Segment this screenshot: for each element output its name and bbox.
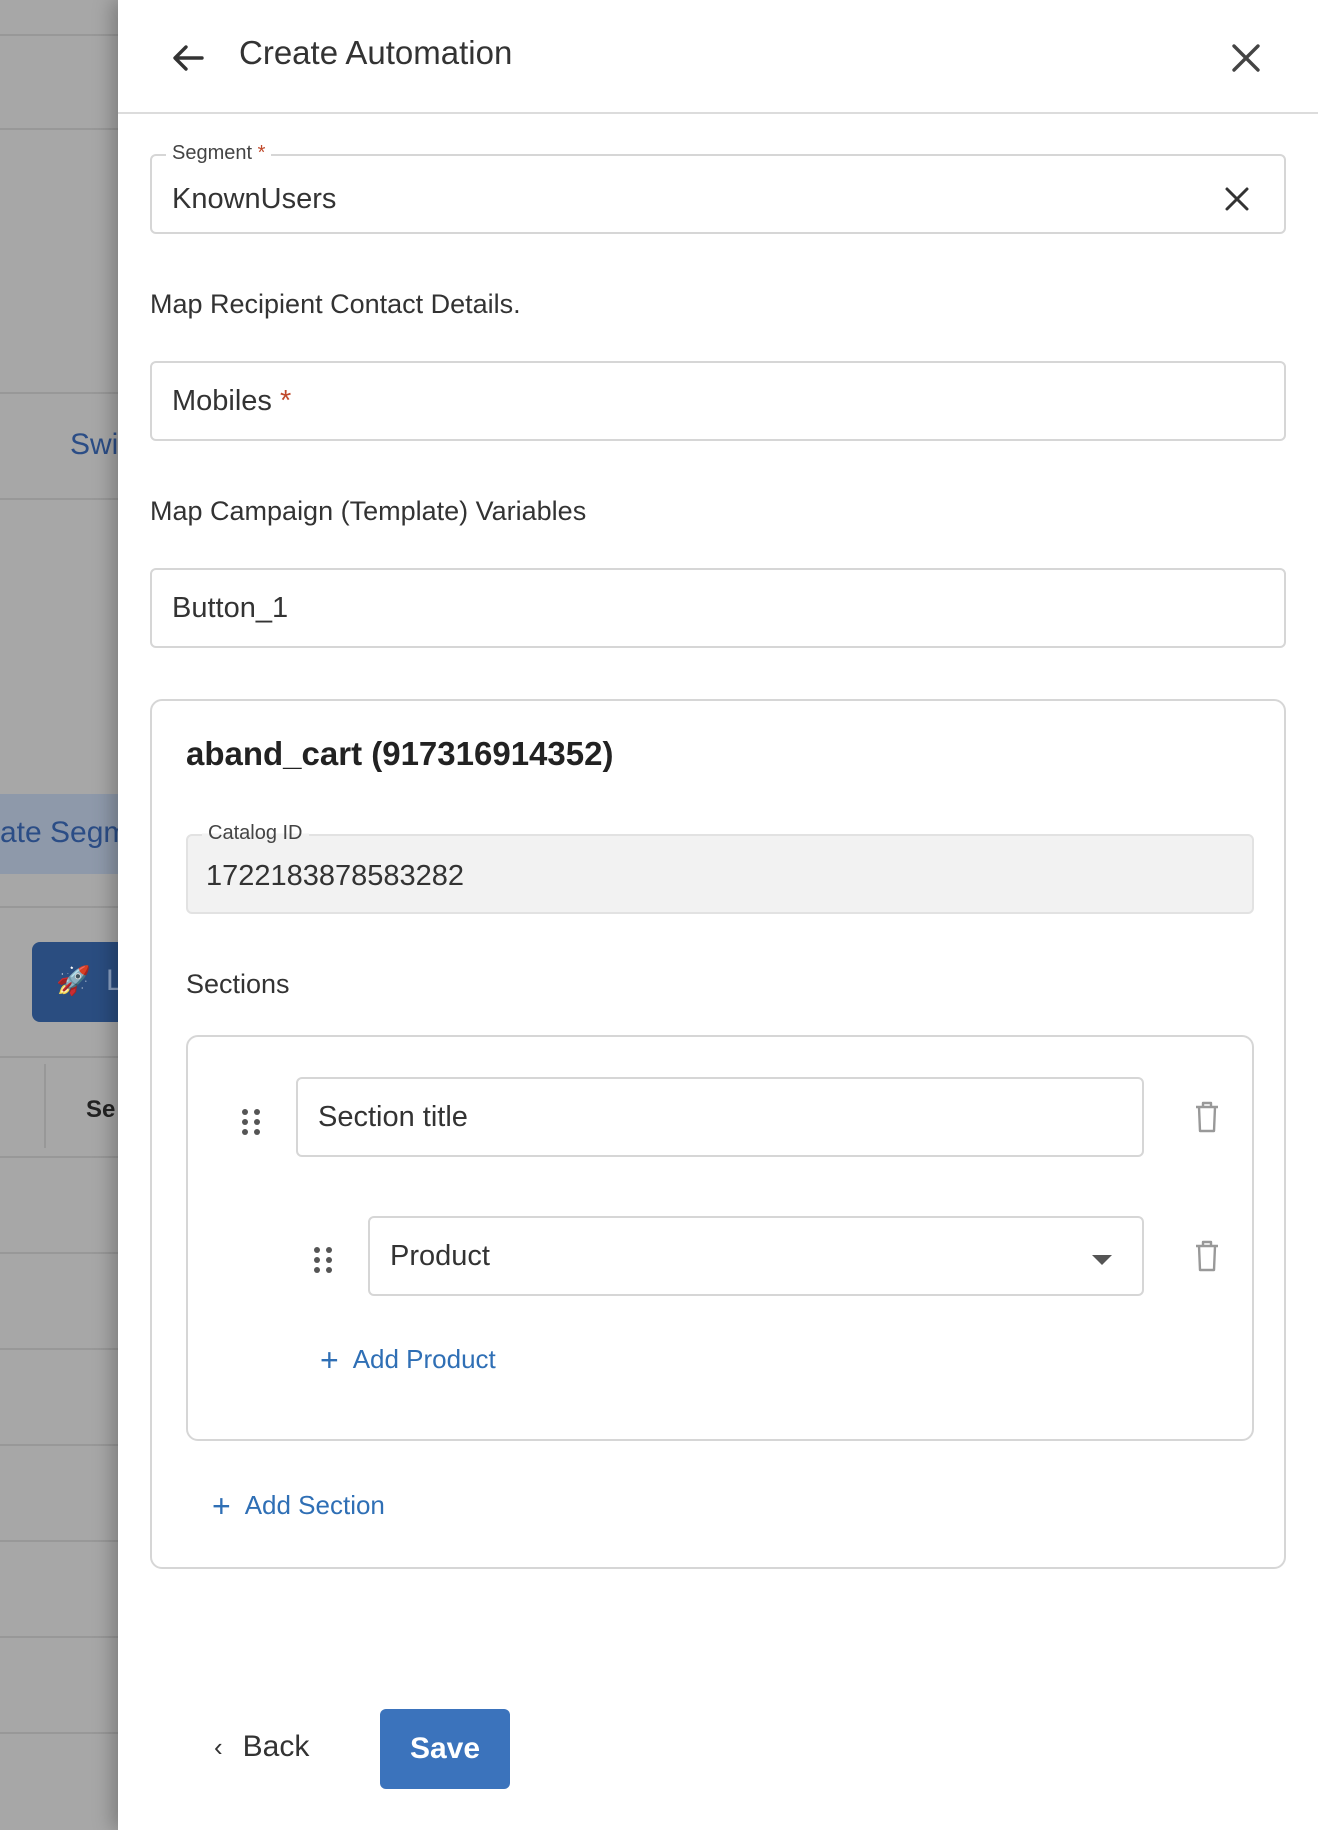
divider xyxy=(0,1636,118,1638)
section-title-input[interactable]: Section title xyxy=(296,1077,1144,1157)
divider xyxy=(0,1732,118,1734)
product-select-value: Product xyxy=(390,1240,490,1272)
background-page: Swi ate Segm 🚀 L Se xyxy=(0,0,118,1830)
divider xyxy=(0,392,118,394)
plus-icon: + xyxy=(212,1488,231,1524)
divider xyxy=(0,1156,118,1158)
clear-icon[interactable] xyxy=(1224,186,1250,212)
required-mark: * xyxy=(257,142,266,164)
mobiles-label: Mobiles xyxy=(172,385,272,417)
button-1-value: Button_1 xyxy=(172,592,289,624)
divider xyxy=(0,1444,118,1446)
mobiles-field[interactable]: Mobiles * xyxy=(150,361,1286,441)
divider xyxy=(0,1540,118,1542)
background-switch-text: Swi xyxy=(70,428,118,461)
divider xyxy=(0,498,118,500)
back-label: Back xyxy=(242,1730,310,1763)
template-card: aband_cart (917316914352) Catalog ID 172… xyxy=(150,699,1286,1569)
segment-value: KnownUsers xyxy=(172,183,337,215)
divider xyxy=(0,34,118,36)
section-title-placeholder: Section title xyxy=(318,1101,468,1133)
trash-icon[interactable] xyxy=(1194,1101,1220,1133)
mobiles-placeholder: Mobiles * xyxy=(172,385,291,418)
recipient-heading: Map Recipient Contact Details. xyxy=(150,289,521,319)
add-section-label: Add Section xyxy=(244,1490,385,1520)
divider xyxy=(0,1252,118,1254)
back-button[interactable]: ‹ Back xyxy=(214,1730,309,1764)
segment-label-text: Segment xyxy=(172,142,253,164)
drawer-header: Create Automation xyxy=(118,0,1318,114)
background-create-segment-text: ate Segm xyxy=(0,816,118,849)
plus-icon: + xyxy=(320,1342,339,1378)
segment-label: Segment * xyxy=(166,142,272,165)
segment-field[interactable]: Segment * KnownUsers xyxy=(150,142,1286,234)
save-button[interactable]: Save xyxy=(380,1709,510,1789)
close-icon[interactable] xyxy=(1228,40,1264,76)
catalog-id-value: 1722183878583282 xyxy=(206,860,465,892)
divider xyxy=(0,1056,118,1058)
rocket-icon: 🚀 xyxy=(56,965,91,996)
background-column-header: Se xyxy=(86,1096,116,1123)
variables-heading: Map Campaign (Template) Variables xyxy=(150,496,587,526)
column-divider xyxy=(44,1064,46,1148)
sections-heading: Sections xyxy=(186,969,290,999)
chevron-left-icon: ‹ xyxy=(214,1732,223,1762)
add-product-label: Add Product xyxy=(352,1344,496,1374)
drag-handle-icon[interactable] xyxy=(312,1245,334,1275)
divider xyxy=(0,1348,118,1350)
template-title: aband_cart (917316914352) xyxy=(186,735,614,772)
caret-down-icon xyxy=(1092,1255,1112,1265)
divider xyxy=(0,906,118,908)
catalog-id-field: Catalog ID 1722183878583282 xyxy=(186,822,1254,914)
product-select[interactable]: Product xyxy=(368,1216,1144,1296)
arrow-left-icon[interactable] xyxy=(168,38,208,78)
add-product-button[interactable]: + Add Product xyxy=(320,1342,496,1379)
add-section-button[interactable]: + Add Section xyxy=(212,1488,385,1525)
background-launch-button: 🚀 L xyxy=(32,942,118,1022)
section-item: Section title Product + Add Product xyxy=(186,1035,1254,1441)
drawer-title: Create Automation xyxy=(239,34,513,71)
divider xyxy=(0,128,118,130)
background-launch-text: L xyxy=(106,964,118,997)
catalog-id-label: Catalog ID xyxy=(202,822,309,845)
create-automation-drawer: Create Automation Segment * KnownUsers M… xyxy=(118,0,1318,1830)
drag-handle-icon[interactable] xyxy=(240,1107,262,1137)
background-create-segment-button: ate Segm xyxy=(0,794,118,874)
trash-icon[interactable] xyxy=(1194,1240,1220,1272)
button-1-field[interactable]: Button_1 xyxy=(150,568,1286,648)
required-mark: * xyxy=(280,385,292,417)
